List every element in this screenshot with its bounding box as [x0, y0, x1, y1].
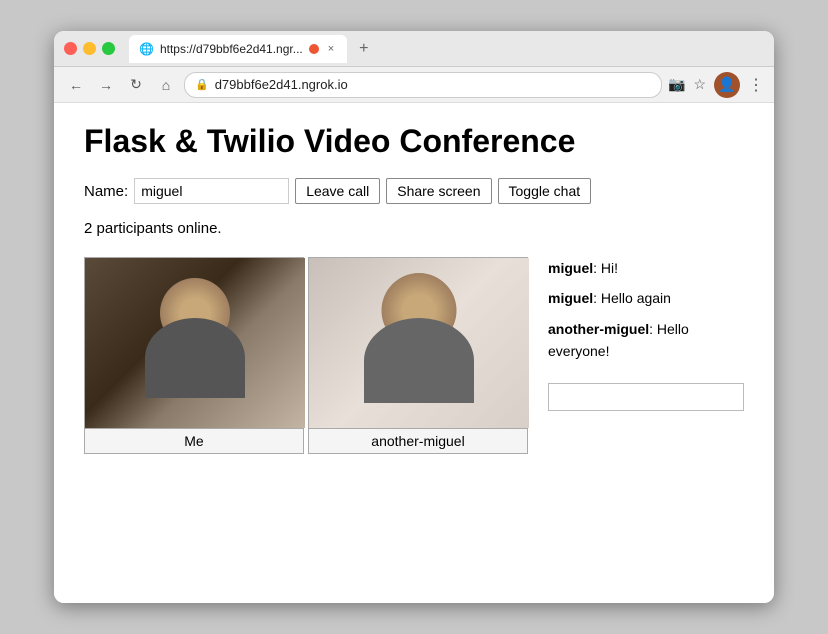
- video-frame-me: [85, 258, 305, 428]
- page-title: Flask & Twilio Video Conference: [84, 123, 744, 160]
- main-area: Me another-miguel miguel: Hi!: [84, 257, 744, 454]
- chat-message-2: another-miguel: Hello everyone!: [548, 318, 744, 363]
- share-screen-button[interactable]: Share screen: [386, 178, 491, 204]
- chat-message-1: miguel: Hello again: [548, 287, 744, 309]
- home-button[interactable]: ⌂: [154, 73, 178, 97]
- close-tab-button[interactable]: ×: [325, 43, 337, 55]
- forward-button[interactable]: →: [94, 73, 118, 97]
- controls-row: Name: Leave call Share screen Toggle cha…: [84, 178, 744, 204]
- reload-button[interactable]: ↻: [124, 73, 148, 97]
- traffic-lights: [64, 42, 115, 55]
- video-frame-other: [309, 258, 529, 428]
- toolbar-right: 📷 ☆ 👤 ⋮: [668, 72, 764, 98]
- minimize-button[interactable]: [83, 42, 96, 55]
- maximize-button[interactable]: [102, 42, 115, 55]
- lock-icon: 🔒: [195, 78, 209, 91]
- browser-toolbar: ← → ↻ ⌂ 🔒 d79bbf6e2d41.ngrok.io 📷 ☆ 👤 ⋮: [54, 67, 774, 103]
- browser-window: 🌐 https://d79bbf6e2d41.ngr... × + ← → ↻ …: [54, 31, 774, 603]
- video-grid: Me another-miguel: [84, 257, 528, 454]
- url-bar[interactable]: 🔒 d79bbf6e2d41.ngrok.io: [184, 72, 662, 98]
- chat-text-0: Hi!: [601, 260, 618, 276]
- chat-username-1: miguel: [548, 290, 593, 306]
- name-label: Name:: [84, 183, 128, 200]
- chat-input[interactable]: [548, 383, 744, 411]
- chat-message-0: miguel: Hi!: [548, 257, 744, 279]
- camera-icon[interactable]: 📷: [668, 76, 685, 93]
- back-button[interactable]: ←: [64, 73, 88, 97]
- toggle-chat-button[interactable]: Toggle chat: [498, 178, 592, 204]
- name-input[interactable]: [134, 178, 289, 204]
- profile-avatar[interactable]: 👤: [714, 72, 740, 98]
- url-text: d79bbf6e2d41.ngrok.io: [215, 77, 348, 92]
- chat-messages: miguel: Hi! miguel: Hello again another-…: [548, 257, 744, 371]
- chat-section: miguel: Hi! miguel: Hello again another-…: [548, 257, 744, 411]
- recording-indicator: [309, 44, 319, 54]
- chat-username-2: another-miguel: [548, 321, 649, 337]
- page-content: Flask & Twilio Video Conference Name: Le…: [54, 103, 774, 603]
- close-button[interactable]: [64, 42, 77, 55]
- leave-call-button[interactable]: Leave call: [295, 178, 380, 204]
- more-options-icon[interactable]: ⋮: [748, 75, 764, 95]
- participants-count: 2 participants online.: [84, 220, 744, 237]
- tab-favicon: 🌐: [139, 42, 154, 56]
- video-tile-other: another-miguel: [308, 257, 528, 454]
- video-label-me: Me: [85, 428, 303, 453]
- active-tab[interactable]: 🌐 https://d79bbf6e2d41.ngr... ×: [129, 35, 347, 63]
- bookmark-icon[interactable]: ☆: [693, 76, 706, 93]
- new-tab-button[interactable]: +: [355, 40, 372, 58]
- titlebar: 🌐 https://d79bbf6e2d41.ngr... × +: [54, 31, 774, 67]
- chat-username-0: miguel: [548, 260, 593, 276]
- tab-title: https://d79bbf6e2d41.ngr...: [160, 42, 303, 56]
- chat-text-1: Hello again: [601, 290, 671, 306]
- video-label-other: another-miguel: [309, 428, 527, 453]
- video-tile-me: Me: [84, 257, 304, 454]
